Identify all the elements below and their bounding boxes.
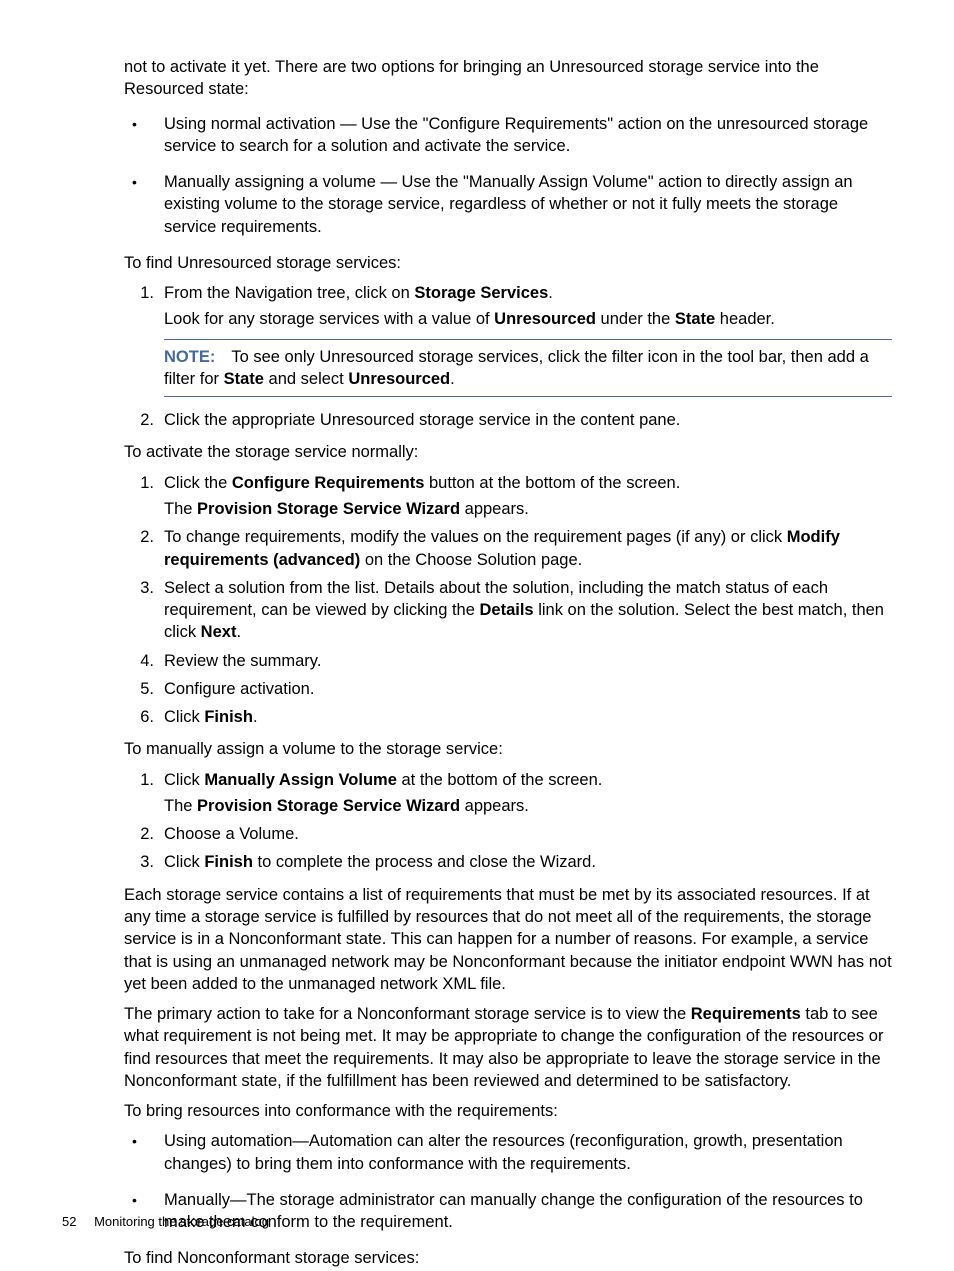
step-item: Click Finish to complete the process and… <box>164 851 892 873</box>
nonconf-intro: To find Nonconformant storage services: <box>124 1247 892 1269</box>
page-content: not to activate it yet. There are two op… <box>0 0 954 1270</box>
step-text: From the Navigation tree, click on Stora… <box>164 284 553 302</box>
step-item: Click the appropriate Unresourced storag… <box>164 409 892 431</box>
step-item: Click Finish. <box>164 706 892 728</box>
step-item: To change requirements, modify the value… <box>164 526 892 571</box>
list-item: Manually assigning a volume — Use the "M… <box>164 171 892 238</box>
manual-intro: To manually assign a volume to the stora… <box>124 738 892 760</box>
activate-steps: Click the Configure Requirements button … <box>124 472 892 729</box>
find-steps: From the Navigation tree, click on Stora… <box>124 282 892 431</box>
activate-intro: To activate the storage service normally… <box>124 441 892 463</box>
list-item: Using normal activation — Use the "Confi… <box>164 113 892 158</box>
paragraph: The primary action to take for a Nonconf… <box>124 1003 892 1092</box>
step-item: Click the Configure Requirements button … <box>164 472 892 521</box>
list-item: Using automation—Automation can alter th… <box>164 1130 892 1175</box>
footer-title: Monitoring the storage catalog <box>94 1214 269 1229</box>
options-list: Using normal activation — Use the "Confi… <box>124 113 892 238</box>
conform-intro: To bring resources into conformance with… <box>124 1100 892 1122</box>
note-label: NOTE: <box>164 348 215 366</box>
intro-paragraph: not to activate it yet. There are two op… <box>124 56 892 101</box>
step-subtext: Look for any storage services with a val… <box>164 308 892 330</box>
step-item: Select a solution from the list. Details… <box>164 577 892 644</box>
step-subtext: The Provision Storage Service Wizard app… <box>164 795 892 817</box>
list-item: Manually—The storage administrator can m… <box>164 1189 892 1234</box>
step-item: From the Navigation tree, click on Stora… <box>164 282 892 397</box>
step-subtext: The Provision Storage Service Wizard app… <box>164 498 892 520</box>
step-item: Choose a Volume. <box>164 823 892 845</box>
page-number: 52 <box>62 1214 76 1229</box>
find-intro: To find Unresourced storage services: <box>124 252 892 274</box>
step-item: Configure activation. <box>164 678 892 700</box>
paragraph: Each storage service contains a list of … <box>124 884 892 995</box>
note-box: NOTE:To see only Unresourced storage ser… <box>164 339 892 398</box>
manual-steps: Click Manually Assign Volume at the bott… <box>124 769 892 874</box>
step-item: Review the summary. <box>164 650 892 672</box>
page-footer: 52 Monitoring the storage catalog <box>62 1213 269 1231</box>
step-item: Click Manually Assign Volume at the bott… <box>164 769 892 818</box>
